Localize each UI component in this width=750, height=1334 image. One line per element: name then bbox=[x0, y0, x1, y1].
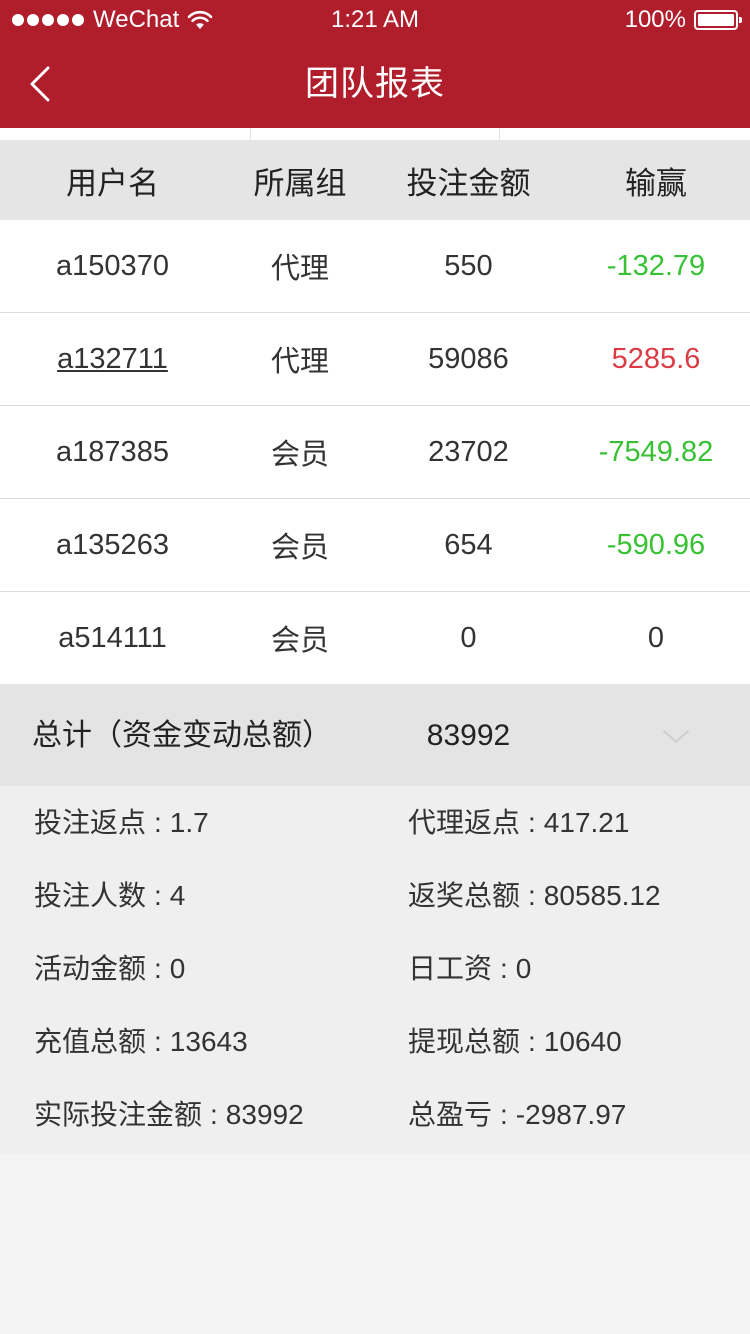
summary-separator: : bbox=[500, 953, 508, 984]
summary-value: 4 bbox=[169, 880, 186, 911]
summary-separator: : bbox=[528, 880, 536, 911]
table-row[interactable]: a514111 会员 0 0 bbox=[0, 592, 750, 685]
table-header: 用户名 所属组 投注金额 输赢 bbox=[0, 140, 750, 220]
summary-value: 0 bbox=[169, 953, 186, 984]
summary-value: -2987.97 bbox=[515, 1099, 627, 1130]
summary-value: 80585.12 bbox=[543, 880, 661, 911]
summary-separator: : bbox=[500, 1099, 508, 1130]
summary-value: 13643 bbox=[169, 1026, 248, 1057]
summary-separator: : bbox=[154, 807, 162, 838]
cell-win-loss: -7549.82 bbox=[598, 435, 714, 468]
column-header-bet-amount: 投注金额 bbox=[406, 165, 531, 201]
table-body: a150370 代理 550 -132.79 a132711 代理 59086 … bbox=[0, 220, 750, 685]
status-bar: WeChat 1:21 AM 100% bbox=[0, 0, 750, 40]
summary-label: 返奖总额 bbox=[408, 880, 521, 911]
summary-panel: 投注返点:1.7 代理返点:417.21 投注人数:4 返奖总额:80585.1… bbox=[0, 786, 750, 1154]
nav-bar: 团队报表 bbox=[0, 40, 750, 128]
summary-label: 实际投注金额 bbox=[34, 1099, 203, 1130]
summary-withdraw-total: 提现总额:10640 bbox=[408, 1024, 622, 1060]
summary-separator: : bbox=[154, 953, 162, 984]
summary-label: 投注人数 bbox=[34, 880, 147, 911]
summary-label: 代理返点 bbox=[408, 807, 521, 838]
table-row[interactable]: a187385 会员 23702 -7549.82 bbox=[0, 406, 750, 499]
summary-bettors: 投注人数:4 bbox=[34, 878, 185, 914]
summary-label: 活动金额 bbox=[34, 953, 147, 984]
column-header-group: 所属组 bbox=[253, 165, 347, 201]
summary-separator: : bbox=[528, 807, 536, 838]
cell-group: 会员 bbox=[270, 532, 329, 564]
tab-strip-remnant bbox=[0, 128, 750, 140]
cell-username: a150370 bbox=[56, 249, 169, 282]
cell-win-loss: 0 bbox=[647, 621, 665, 654]
column-header-username: 用户名 bbox=[66, 165, 159, 201]
total-summary-toggle[interactable]: 总计（资金变动总额） 83992 bbox=[0, 684, 750, 786]
summary-label: 投注返点 bbox=[34, 807, 147, 838]
summary-total-profit: 总盈亏: -2987.97 bbox=[408, 1097, 626, 1133]
summary-separator: : bbox=[154, 880, 162, 911]
cell-bet-amount: 59086 bbox=[428, 342, 509, 375]
summary-label: 充值总额 bbox=[34, 1026, 147, 1057]
cell-username: a135263 bbox=[56, 528, 169, 561]
summary-activity-amount: 活动金额:0 bbox=[34, 951, 185, 987]
cell-username-link[interactable]: a132711 bbox=[0, 313, 225, 405]
cell-bet-amount: 550 bbox=[444, 249, 493, 282]
page-title: 团队报表 bbox=[305, 65, 445, 103]
table-row[interactable]: a132711 代理 59086 5285.6 bbox=[0, 313, 750, 406]
summary-value: 1.7 bbox=[169, 807, 209, 838]
cell-bet-amount: 654 bbox=[444, 528, 493, 561]
summary-label: 提现总额 bbox=[408, 1026, 521, 1057]
summary-value: 10640 bbox=[543, 1026, 622, 1057]
cell-win-loss: -132.79 bbox=[606, 249, 706, 282]
total-value: 83992 bbox=[426, 719, 511, 752]
summary-label: 日工资 bbox=[408, 953, 493, 984]
battery-icon bbox=[694, 10, 742, 30]
battery-percent: 100% bbox=[624, 6, 686, 33]
summary-actual-bet: 实际投注金额:83992 bbox=[34, 1097, 304, 1133]
summary-value: 417.21 bbox=[543, 807, 630, 838]
cell-bet-amount: 0 bbox=[460, 621, 477, 654]
summary-deposit-total: 充值总额:13643 bbox=[34, 1024, 248, 1060]
chevron-down-icon[interactable] bbox=[662, 729, 690, 745]
cell-group: 会员 bbox=[270, 439, 329, 471]
summary-agent-rebate: 代理返点:417.21 bbox=[408, 805, 629, 841]
status-right: 100% bbox=[624, 6, 742, 33]
cell-group: 代理 bbox=[270, 253, 329, 285]
cell-win-loss: -590.96 bbox=[606, 528, 706, 561]
cell-win-loss: 5285.6 bbox=[611, 342, 701, 375]
summary-bet-rebate: 投注返点:1.7 bbox=[34, 805, 209, 841]
summary-payout-total: 返奖总额:80585.12 bbox=[408, 878, 661, 914]
cell-username: a187385 bbox=[56, 435, 169, 468]
summary-separator: : bbox=[528, 1026, 536, 1057]
empty-bottom-area bbox=[0, 1154, 750, 1334]
summary-separator: : bbox=[210, 1099, 218, 1130]
summary-daily-wage: 日工资:0 bbox=[408, 951, 531, 987]
cell-group: 代理 bbox=[270, 346, 329, 378]
summary-value: 0 bbox=[515, 953, 532, 984]
total-label: 总计（资金变动总额） bbox=[32, 719, 332, 752]
summary-separator: : bbox=[154, 1026, 162, 1057]
summary-value: 83992 bbox=[225, 1099, 304, 1130]
table-row[interactable]: a150370 代理 550 -132.79 bbox=[0, 220, 750, 313]
table-row[interactable]: a135263 会员 654 -590.96 bbox=[0, 499, 750, 592]
cell-username: a514111 bbox=[58, 621, 167, 654]
cell-group: 会员 bbox=[270, 625, 329, 657]
column-header-win-loss: 输赢 bbox=[625, 165, 687, 201]
app-header: WeChat 1:21 AM 100% 团队报表 bbox=[0, 0, 750, 128]
summary-label: 总盈亏 bbox=[408, 1099, 493, 1130]
cell-bet-amount: 23702 bbox=[428, 435, 509, 468]
